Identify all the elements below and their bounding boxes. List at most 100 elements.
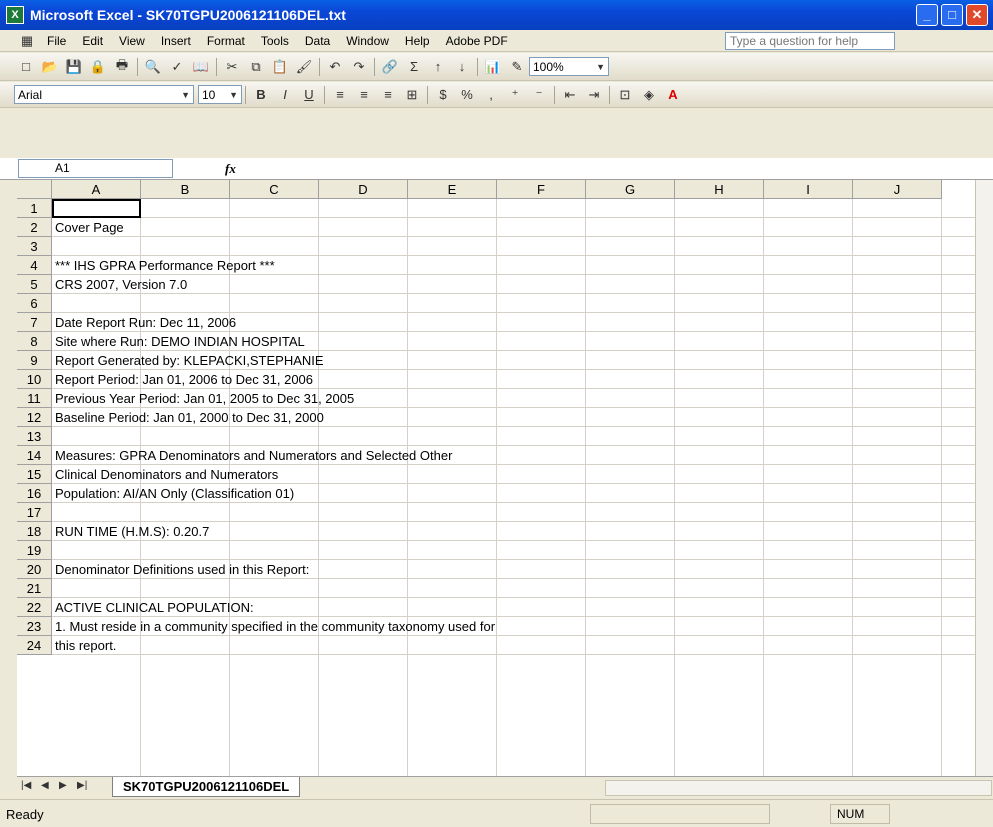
hyperlink-icon[interactable]: 🔗: [379, 57, 401, 77]
row-header[interactable]: 15: [17, 465, 52, 484]
decrease-indent-icon[interactable]: ⇤: [559, 85, 581, 105]
align-right-icon[interactable]: ≡: [377, 85, 399, 105]
function-icon[interactable]: fx: [225, 161, 236, 177]
sort-descending-icon[interactable]: ↓: [451, 57, 473, 77]
chart-wizard-icon[interactable]: 📊: [482, 57, 504, 77]
column-header[interactable]: D: [319, 180, 408, 199]
row-header[interactable]: 16: [17, 484, 52, 503]
font-size-select[interactable]: 10 ▼: [198, 85, 242, 104]
underline-button[interactable]: U: [298, 85, 320, 105]
borders-icon[interactable]: ⊡: [614, 85, 636, 105]
cell-a23[interactable]: 1. Must reside in a community specified …: [55, 617, 495, 636]
row-header[interactable]: 23: [17, 617, 52, 636]
menu-data[interactable]: Data: [297, 34, 338, 48]
drawing-icon[interactable]: ✎: [506, 57, 528, 77]
cell-a5[interactable]: CRS 2007, Version 7.0: [55, 275, 187, 294]
menu-tools[interactable]: Tools: [253, 34, 297, 48]
row-header[interactable]: 4: [17, 256, 52, 275]
row-header[interactable]: 7: [17, 313, 52, 332]
menu-adobe-pdf[interactable]: Adobe PDF: [438, 34, 516, 48]
currency-button[interactable]: $: [432, 85, 454, 105]
fill-color-icon[interactable]: ◈: [638, 85, 660, 105]
vertical-scrollbar[interactable]: [975, 180, 993, 776]
row-header[interactable]: 17: [17, 503, 52, 522]
column-header[interactable]: E: [408, 180, 497, 199]
row-header[interactable]: 2: [17, 218, 52, 237]
column-header[interactable]: A: [52, 180, 141, 199]
row-header[interactable]: 9: [17, 351, 52, 370]
new-icon[interactable]: □: [15, 57, 37, 77]
cell-a7[interactable]: Date Report Run: Dec 11, 2006: [55, 313, 236, 332]
name-box[interactable]: A1: [18, 159, 173, 178]
font-name-select[interactable]: Arial ▼: [14, 85, 194, 104]
row-header[interactable]: 3: [17, 237, 52, 256]
font-color-icon[interactable]: A: [662, 85, 684, 105]
row-header[interactable]: 18: [17, 522, 52, 541]
format-painter-icon[interactable]: 🖌: [293, 57, 315, 77]
prev-sheet-icon[interactable]: ◀: [41, 780, 49, 791]
merge-center-icon[interactable]: ⊞: [401, 85, 423, 105]
cell-a14[interactable]: Measures: GPRA Denominators and Numerato…: [55, 446, 452, 465]
column-header[interactable]: C: [230, 180, 319, 199]
menu-file[interactable]: File: [39, 34, 74, 48]
print-icon[interactable]: 🖶: [111, 57, 133, 77]
cell-a9[interactable]: Report Generated by: KLEPACKI,STEPHANIE: [55, 351, 324, 370]
menu-insert[interactable]: Insert: [153, 34, 199, 48]
cell-a22[interactable]: ACTIVE CLINICAL POPULATION:: [55, 598, 254, 617]
cell-a15[interactable]: Clinical Denominators and Numerators: [55, 465, 278, 484]
close-button[interactable]: ✕: [966, 4, 988, 26]
column-header[interactable]: G: [586, 180, 675, 199]
help-search-input[interactable]: Type a question for help: [725, 32, 895, 50]
column-header[interactable]: F: [497, 180, 586, 199]
sort-ascending-icon[interactable]: ↑: [427, 57, 449, 77]
bold-button[interactable]: B: [250, 85, 272, 105]
row-header[interactable]: 6: [17, 294, 52, 313]
row-header[interactable]: 10: [17, 370, 52, 389]
comma-button[interactable]: ,: [480, 85, 502, 105]
row-header[interactable]: 21: [17, 579, 52, 598]
row-header[interactable]: 14: [17, 446, 52, 465]
row-header[interactable]: 19: [17, 541, 52, 560]
align-center-icon[interactable]: ≡: [353, 85, 375, 105]
minimize-button[interactable]: _: [916, 4, 938, 26]
save-icon[interactable]: 💾: [63, 57, 85, 77]
row-header[interactable]: 5: [17, 275, 52, 294]
copy-icon[interactable]: ⧉: [245, 57, 267, 77]
row-header[interactable]: 12: [17, 408, 52, 427]
undo-icon[interactable]: ↶: [324, 57, 346, 77]
open-icon[interactable]: 📂: [39, 57, 61, 77]
active-cell[interactable]: [52, 199, 141, 218]
cell-a10[interactable]: Report Period: Jan 01, 2006 to Dec 31, 2…: [55, 370, 313, 389]
row-header[interactable]: 24: [17, 636, 52, 655]
cell-a16[interactable]: Population: AI/AN Only (Classification 0…: [55, 484, 294, 503]
menu-view[interactable]: View: [111, 34, 153, 48]
column-header[interactable]: J: [853, 180, 942, 199]
redo-icon[interactable]: ↷: [348, 57, 370, 77]
excel-app-icon[interactable]: X: [6, 6, 24, 24]
row-header[interactable]: 20: [17, 560, 52, 579]
cell-a4[interactable]: *** IHS GPRA Performance Report ***: [55, 256, 275, 275]
spreadsheet-grid[interactable]: A B C D E F G H I J 1 2 Cover Page 3 4 *** IHS GPRA Per…: [17, 180, 975, 776]
percent-button[interactable]: %: [456, 85, 478, 105]
select-all-corner[interactable]: [17, 180, 52, 199]
column-header[interactable]: I: [764, 180, 853, 199]
workbook-icon[interactable]: ▦: [16, 31, 38, 51]
align-left-icon[interactable]: ≡: [329, 85, 351, 105]
research-icon[interactable]: 📖: [190, 57, 212, 77]
row-header[interactable]: 22: [17, 598, 52, 617]
italic-button[interactable]: I: [274, 85, 296, 105]
paste-icon[interactable]: 📋: [269, 57, 291, 77]
column-header[interactable]: H: [675, 180, 764, 199]
cut-icon[interactable]: ✂: [221, 57, 243, 77]
print-preview-icon[interactable]: 🔍: [142, 57, 164, 77]
sheet-tab[interactable]: SK70TGPU2006121106DEL: [112, 777, 301, 797]
increase-indent-icon[interactable]: ⇥: [583, 85, 605, 105]
permission-icon[interactable]: 🔒: [87, 57, 109, 77]
row-header[interactable]: 11: [17, 389, 52, 408]
maximize-button[interactable]: □: [941, 4, 963, 26]
row-header[interactable]: 1: [17, 199, 52, 218]
increase-decimal-icon[interactable]: ⁺: [504, 85, 526, 105]
column-header[interactable]: B: [141, 180, 230, 199]
menu-format[interactable]: Format: [199, 34, 253, 48]
first-sheet-icon[interactable]: |◀: [21, 780, 31, 791]
